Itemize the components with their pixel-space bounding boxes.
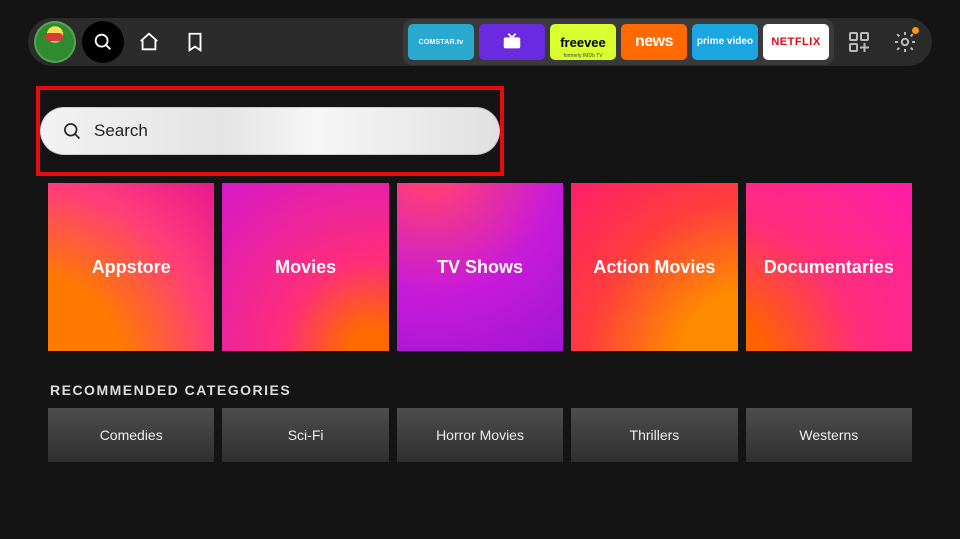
home-button[interactable] xyxy=(128,21,170,63)
search-icon xyxy=(92,31,114,53)
category-card-appstore[interactable]: Appstore xyxy=(48,183,214,351)
category-card-documentaries[interactable]: Documentaries xyxy=(746,183,912,351)
topbar-left-group xyxy=(34,21,216,63)
search-icon xyxy=(62,121,82,141)
app-tile-freevee[interactable]: freevee formerly IMDb TV xyxy=(550,24,616,60)
app-label: NETFLIX xyxy=(771,36,820,48)
app-tile-comstar[interactable]: COMSTAR.tv xyxy=(408,24,474,60)
recommended-heading: RECOMMENDED CATEGORIES xyxy=(50,382,291,398)
bookmark-icon xyxy=(184,31,206,53)
app-sublabel: formerly IMDb TV xyxy=(550,53,616,59)
recommended-card-westerns[interactable]: Westerns xyxy=(746,408,912,462)
search-highlight-box: Search xyxy=(36,86,504,176)
recommended-row: Comedies Sci-Fi Horror Movies Thrillers … xyxy=(48,408,912,462)
card-label: Westerns xyxy=(799,427,858,443)
home-icon xyxy=(138,31,160,53)
search-placeholder: Search xyxy=(94,121,148,141)
card-label: Movies xyxy=(275,257,336,278)
app-label: prime video xyxy=(697,37,753,47)
app-tile-iptv[interactable] xyxy=(479,24,545,60)
card-label: Comedies xyxy=(100,427,163,443)
apps-grid-icon xyxy=(847,30,871,54)
app-tile-prime-video[interactable]: prime video xyxy=(692,24,758,60)
category-card-movies[interactable]: Movies xyxy=(222,183,388,351)
search-button[interactable] xyxy=(82,21,124,63)
top-navigation-bar: COMSTAR.tv freevee formerly IMDb TV news… xyxy=(28,18,932,66)
card-label: Action Movies xyxy=(593,257,715,278)
category-card-tv-shows[interactable]: TV Shows xyxy=(397,183,563,351)
app-tile-news[interactable]: news xyxy=(621,24,687,60)
card-label: Documentaries xyxy=(764,257,894,278)
recommended-card-horror-movies[interactable]: Horror Movies xyxy=(397,408,563,462)
app-label: news xyxy=(635,33,673,51)
bookmark-button[interactable] xyxy=(174,21,216,63)
app-tile-netflix[interactable]: NETFLIX xyxy=(763,24,829,60)
apps-grid-button[interactable] xyxy=(838,21,880,63)
card-label: TV Shows xyxy=(437,257,523,278)
app-label: freevee xyxy=(560,35,606,50)
settings-button[interactable] xyxy=(884,21,926,63)
recommended-card-comedies[interactable]: Comedies xyxy=(48,408,214,462)
main-categories-row: Appstore Movies TV Shows Action Movies D… xyxy=(48,183,912,351)
search-input[interactable]: Search xyxy=(40,107,500,155)
tv-icon xyxy=(501,31,523,53)
category-card-action-movies[interactable]: Action Movies xyxy=(571,183,737,351)
recommended-card-thrillers[interactable]: Thrillers xyxy=(571,408,737,462)
profile-avatar[interactable] xyxy=(34,21,76,63)
card-label: Appstore xyxy=(92,257,171,278)
card-label: Sci-Fi xyxy=(288,427,324,443)
notification-dot-icon xyxy=(912,27,919,34)
card-label: Thrillers xyxy=(630,427,680,443)
pinned-apps-strip: COMSTAR.tv freevee formerly IMDb TV news… xyxy=(403,19,834,65)
recommended-card-sci-fi[interactable]: Sci-Fi xyxy=(222,408,388,462)
card-label: Horror Movies xyxy=(436,427,524,443)
app-label: COMSTAR.tv xyxy=(418,39,463,46)
